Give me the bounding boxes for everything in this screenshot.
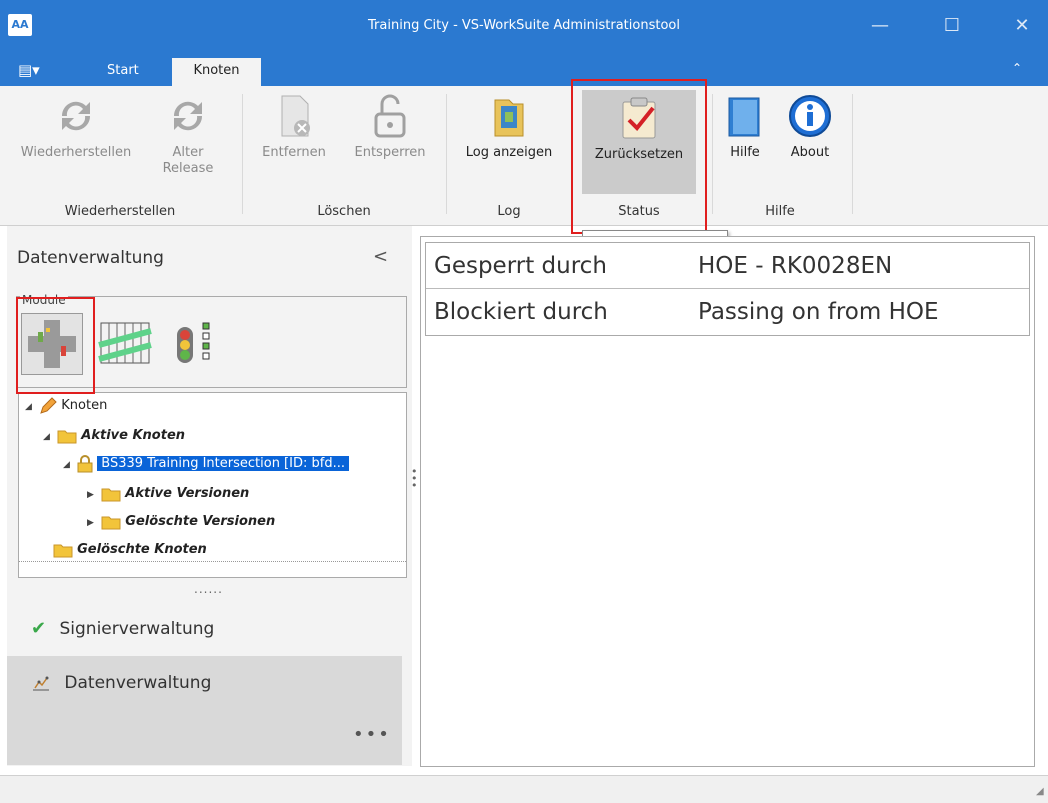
expanded-arrow-icon[interactable]: ◢	[25, 396, 35, 418]
pane-title: Datenverwaltung	[17, 248, 164, 268]
vertical-splitter[interactable]: • • •	[411, 466, 418, 510]
status-row-blockiert: Blockiert durch Passing on from HOE	[426, 289, 1029, 335]
tree-node-geloeschte-knoten[interactable]: Gelöschte Knoten	[53, 539, 207, 561]
unlock-icon	[374, 94, 406, 138]
status-key: Blockiert durch	[434, 299, 608, 325]
wiederherstellen-label: Wiederherstellen	[20, 145, 132, 160]
module-signal-button[interactable]	[167, 313, 229, 375]
more-options-icon[interactable]: •••	[353, 724, 391, 745]
info-icon	[789, 95, 831, 137]
close-button[interactable]: ✕	[1000, 8, 1044, 44]
check-icon: ✔	[31, 618, 47, 639]
log-anzeigen-button[interactable]: Log anzeigen	[456, 92, 562, 197]
status-key: Gesperrt durch	[434, 253, 607, 279]
nav-item-signierverwaltung[interactable]: ✔ Signierverwaltung	[7, 602, 402, 656]
folder-icon	[53, 544, 73, 557]
collapse-pane-icon[interactable]: <	[373, 246, 388, 267]
entfernen-label: Entfernen	[262, 145, 326, 160]
tab-knoten[interactable]: Knoten	[172, 58, 261, 86]
help-book-icon	[728, 97, 760, 137]
collapsed-arrow-icon[interactable]: ▶	[87, 484, 97, 506]
group-separator	[242, 94, 243, 214]
status-bar: ◢	[0, 775, 1048, 803]
data-icon	[33, 676, 49, 691]
group-separator	[446, 94, 447, 214]
folder-icon	[101, 488, 121, 501]
alter-release-label: Alter Release	[162, 145, 214, 176]
module-detector-button[interactable]	[95, 313, 157, 375]
group-separator	[712, 94, 713, 214]
status-table: Gesperrt durch HOE - RK0028EN Blockiert …	[425, 242, 1030, 336]
tree-node-label: Aktive Versionen	[125, 486, 250, 501]
hilfe-button[interactable]: Hilfe	[720, 92, 770, 197]
group-separator	[852, 94, 853, 214]
ribbon-tab-row: ▤▾ Start Knoten ⌃	[0, 56, 1048, 86]
log-anzeigen-label: Log anzeigen	[465, 145, 553, 160]
pencil-icon	[40, 396, 57, 414]
nav-item-datenverwaltung[interactable]: Datenverwaltung	[7, 656, 402, 710]
tree-node-knoten[interactable]: ◢ Knoten	[25, 395, 107, 417]
folder-icon	[101, 516, 121, 529]
about-button[interactable]: About	[780, 92, 840, 197]
alter-release-button[interactable]: Alter Release	[156, 92, 220, 197]
hilfe-label: Hilfe	[730, 145, 760, 160]
log-folder-icon	[494, 99, 524, 137]
tree-node-label: Aktive Knoten	[81, 428, 186, 443]
entsperren-label: Entsperren	[354, 145, 426, 160]
resize-grip-icon[interactable]: ◢	[1036, 786, 1044, 797]
entsperren-button[interactable]: Entsperren	[344, 92, 436, 197]
wiederherstellen-button[interactable]: Wiederherstellen	[10, 92, 142, 197]
tree-node-aktive-knoten[interactable]: ◢ Aktive Knoten	[43, 425, 185, 447]
minimize-button[interactable]: —	[858, 8, 902, 44]
collapse-ribbon-icon[interactable]: ⌃	[1012, 61, 1022, 75]
tree-node-bs339[interactable]: ◢ BS339 Training Intersection [ID: bfd..…	[63, 453, 349, 475]
detector-icon	[98, 322, 152, 364]
refresh-icon	[173, 101, 203, 131]
tree-node-label: Knoten	[61, 398, 108, 413]
refresh-icon	[61, 101, 91, 131]
nav-item-label: Datenverwaltung	[64, 673, 212, 693]
tree-node-label: BS339 Training Intersection [ID: bfd...	[97, 456, 349, 471]
status-value: Passing on from HOE	[698, 299, 939, 325]
status-row-gesperrt: Gesperrt durch HOE - RK0028EN	[426, 243, 1029, 289]
about-label: About	[790, 145, 830, 160]
tree-divider	[19, 561, 406, 562]
folder-icon	[57, 430, 77, 443]
group-label-log: Log	[497, 204, 521, 219]
tab-start[interactable]: Start	[97, 58, 149, 86]
horizontal-splitter[interactable]: ......	[194, 582, 223, 596]
status-value: HOE - RK0028EN	[698, 253, 893, 279]
group-label-wiederherstellen: Wiederherstellen	[64, 204, 176, 219]
expanded-arrow-icon[interactable]: ◢	[63, 454, 73, 476]
tree-node-label: Gelöschte Versionen	[125, 514, 276, 529]
expanded-arrow-icon[interactable]: ◢	[43, 426, 53, 448]
node-tree: ◢ Knoten ◢ Aktive Knoten ◢ BS339 Trainin…	[18, 392, 407, 578]
title-bar: AA Training City - VS-WorkSuite Administ…	[0, 0, 1048, 56]
tree-node-geloeschte-versionen[interactable]: ▶ Gelöschte Versionen	[87, 511, 275, 533]
annotation-highlight-box	[16, 297, 95, 394]
group-label-hilfe: Hilfe	[765, 204, 795, 219]
group-label-loeschen: Löschen	[317, 204, 371, 219]
tree-node-label: Gelöschte Knoten	[77, 542, 207, 557]
entfernen-button[interactable]: Entfernen	[252, 92, 336, 197]
app-menu-button[interactable]: ▤▾	[18, 61, 50, 81]
lock-icon	[77, 454, 93, 472]
nav-item-label: Signierverwaltung	[59, 619, 215, 639]
annotation-highlight-box	[571, 79, 707, 234]
collapsed-arrow-icon[interactable]: ▶	[87, 512, 97, 534]
delete-document-icon	[281, 95, 310, 137]
tree-node-aktive-versionen[interactable]: ▶ Aktive Versionen	[87, 483, 249, 505]
maximize-button[interactable]: ☐	[930, 8, 974, 44]
ribbon: Wiederherstellen Alter Release Wiederher…	[0, 86, 1048, 226]
nav-overflow-area	[7, 710, 402, 765]
traffic-light-icon	[177, 322, 210, 363]
details-pane: Gesperrt durch HOE - RK0028EN Blockiert …	[420, 236, 1035, 767]
